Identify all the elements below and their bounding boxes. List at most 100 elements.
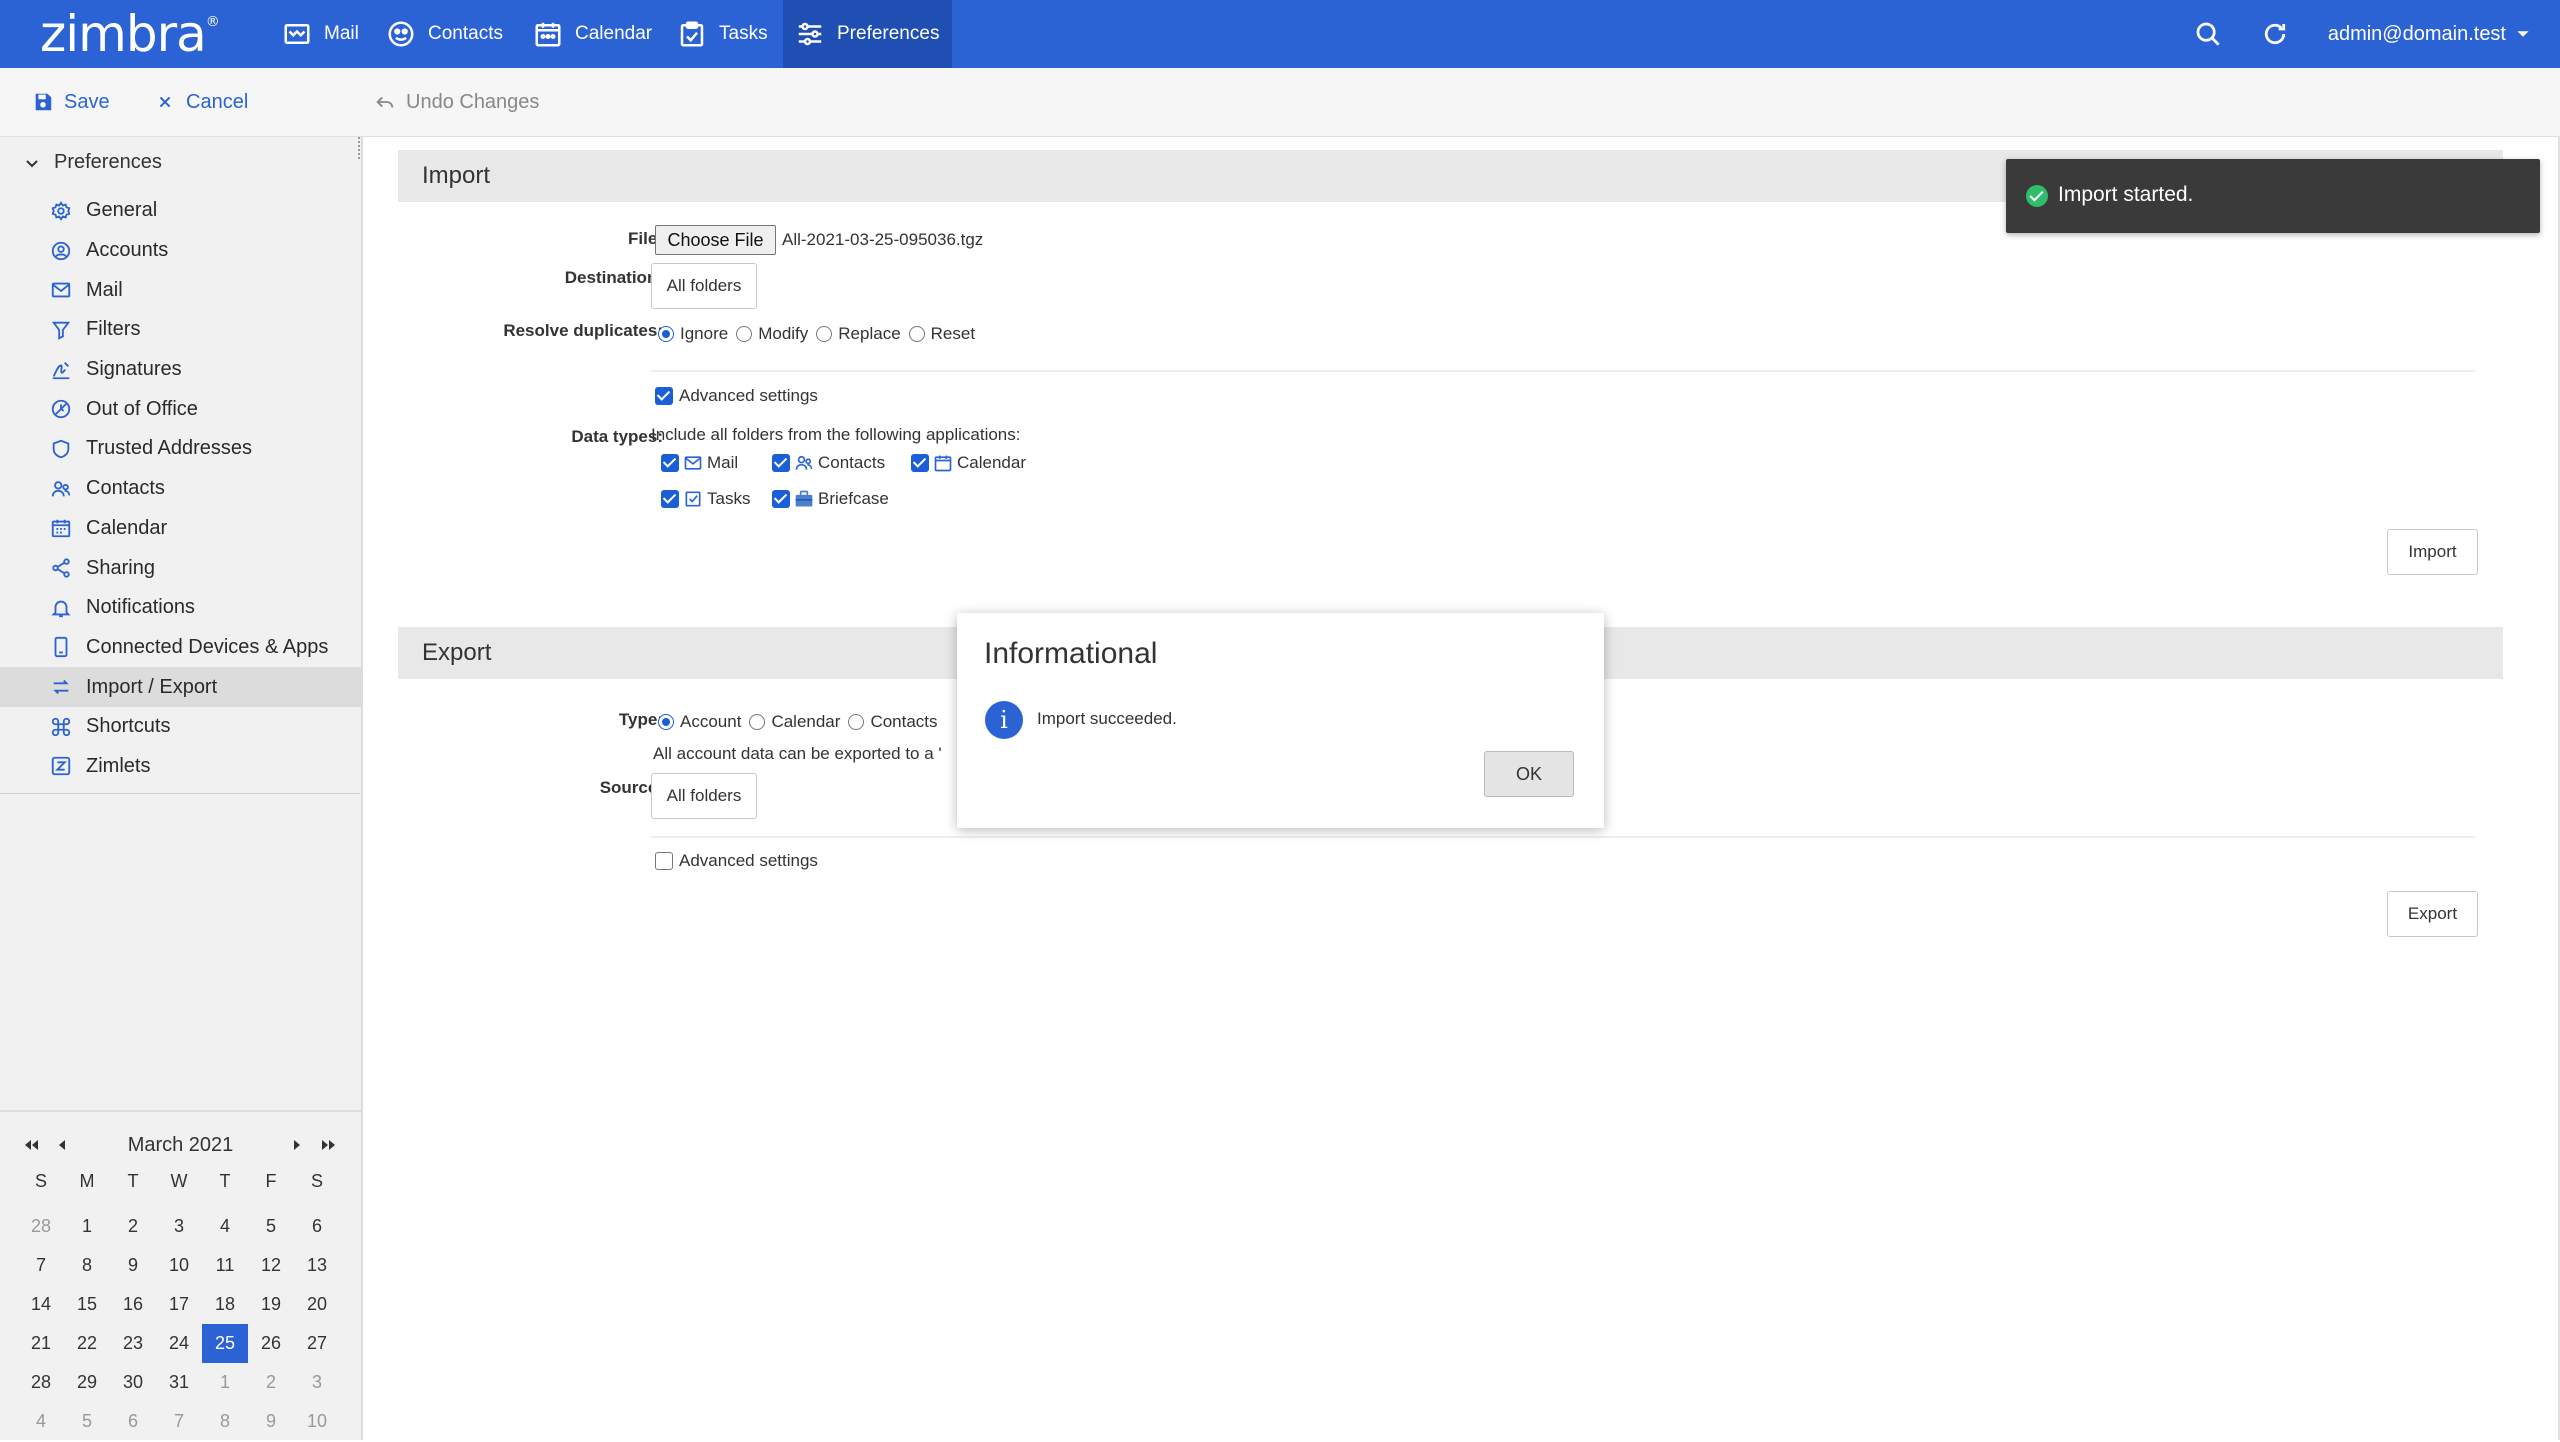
dialog-message: Import succeeded. [1037,709,1177,728]
sidebar-item-contacts[interactable]: Contacts [0,469,361,509]
calendar-day[interactable]: 13 [294,1246,340,1285]
data-types-label: Data types: [571,427,663,446]
next-month-button[interactable] [292,1138,302,1152]
sidebar-item-trusted-addresses[interactable]: Trusted Addresses [0,429,361,469]
save-button[interactable]: Save [32,68,110,136]
mini-calendar-title: March 2021 [127,1134,234,1156]
calendar-day[interactable]: 17 [156,1285,202,1324]
data-type-tasks-checkbox[interactable]: Tasks [661,489,750,509]
sidebar-item-connected-devices[interactable]: Connected Devices & Apps [0,628,361,668]
nav-calendar[interactable]: Calendar [533,0,652,68]
calendar-day[interactable]: 4 [18,1402,64,1441]
sidebar-item-sharing[interactable]: Sharing [0,548,361,588]
search-icon[interactable] [2193,19,2223,49]
calendar-day[interactable]: 3 [294,1363,340,1402]
calendar-day[interactable]: 3 [156,1207,202,1246]
radio-indicator [658,326,674,342]
sidebar-item-import-export[interactable]: Import / Export [0,667,361,707]
calendar-day[interactable]: 15 [64,1285,110,1324]
nav-tasks[interactable]: Tasks [677,0,768,68]
calendar-day[interactable]: 7 [156,1402,202,1441]
preferences-tree-header[interactable]: Preferences [24,151,162,174]
calendar-day[interactable]: 25 [202,1324,248,1363]
data-type-briefcase-checkbox[interactable]: Briefcase [772,489,889,509]
nav-mail[interactable]: Mail [282,0,359,68]
source-folder-button[interactable]: All folders [651,773,757,819]
sidebar-item-zimlets[interactable]: Zimlets [0,747,361,787]
calendar-day[interactable]: 23 [110,1324,156,1363]
calendar-day[interactable]: 28 [18,1207,64,1246]
calendar-day[interactable]: 29 [64,1363,110,1402]
import-advanced-settings-checkbox[interactable]: Advanced settings [655,386,818,406]
sidebar-item-shortcuts[interactable]: Shortcuts [0,707,361,747]
sidebar-item-calendar[interactable]: Calendar [0,509,361,549]
data-type-mail-checkbox[interactable]: Mail [661,453,738,473]
calendar-day[interactable]: 7 [18,1246,64,1285]
undo-changes-button[interactable]: Undo Changes [374,68,539,136]
calendar-day[interactable]: 22 [64,1324,110,1363]
next-year-button[interactable] [320,1138,338,1152]
calendar-day[interactable]: 12 [248,1246,294,1285]
calendar-day[interactable]: 8 [202,1402,248,1441]
calendar-day[interactable]: 5 [64,1402,110,1441]
nav-preferences[interactable]: Preferences [783,0,952,68]
resolve-ignore-radio[interactable]: Ignore [658,324,728,344]
sidebar-item-notifications[interactable]: Notifications [0,588,361,628]
export-type-contacts-radio[interactable]: Contacts [848,712,938,732]
calendar-day[interactable]: 6 [294,1207,340,1246]
sidebar-item-mail[interactable]: Mail [0,270,361,310]
calendar-day[interactable]: 16 [110,1285,156,1324]
calendar-day[interactable]: 1 [64,1207,110,1246]
calendar-day[interactable]: 9 [248,1402,294,1441]
cancel-button[interactable]: Cancel [154,68,248,136]
calendar-day[interactable]: 18 [202,1285,248,1324]
export-type-calendar-radio[interactable]: Calendar [749,712,840,732]
export-advanced-settings-checkbox[interactable]: Advanced settings [655,851,818,871]
calendar-day[interactable]: 19 [248,1285,294,1324]
destination-folder-button[interactable]: All folders [651,263,757,309]
calendar-day[interactable]: 8 [64,1246,110,1285]
calendar-day[interactable]: 20 [294,1285,340,1324]
calendar-day[interactable]: 10 [294,1402,340,1441]
calendar-day[interactable]: 26 [248,1324,294,1363]
nav-contacts[interactable]: Contacts [386,0,503,68]
sidebar-item-general[interactable]: General [0,191,361,231]
zimbra-logo[interactable]: zimbra® [40,0,220,68]
calendar-day[interactable]: 9 [110,1246,156,1285]
calendar-day[interactable]: 2 [248,1363,294,1402]
contacts-icon [795,455,813,470]
calendar-day[interactable]: 24 [156,1324,202,1363]
calendar-day[interactable]: 21 [18,1324,64,1363]
calendar-day[interactable]: 31 [156,1363,202,1402]
ok-button[interactable]: OK [1484,751,1574,797]
calendar-day[interactable]: 30 [110,1363,156,1402]
sidebar-item-out-of-office[interactable]: Out of Office [0,389,361,429]
calendar-day[interactable]: 27 [294,1324,340,1363]
calendar-day[interactable]: 5 [248,1207,294,1246]
calendar-day[interactable]: 2 [110,1207,156,1246]
export-button[interactable]: Export [2387,891,2478,937]
resolve-modify-radio[interactable]: Modify [736,324,808,344]
filter-icon [51,321,71,340]
resolve-reset-radio[interactable]: Reset [908,324,975,344]
data-type-contacts-checkbox[interactable]: Contacts [772,453,885,473]
data-type-calendar-checkbox[interactable]: Calendar [911,453,1026,473]
export-type-account-radio[interactable]: Account [658,712,741,732]
user-menu[interactable]: admin@domain.test [2328,0,2530,68]
sidebar-item-filters[interactable]: Filters [0,310,361,350]
resolve-replace-radio[interactable]: Replace [816,324,901,344]
calendar-day[interactable]: 14 [18,1285,64,1324]
calendar-day[interactable]: 1 [202,1363,248,1402]
calendar-day[interactable]: 4 [202,1207,248,1246]
refresh-icon[interactable] [2260,19,2290,49]
calendar-day[interactable]: 28 [18,1363,64,1402]
weekday-header: S [34,1171,47,1191]
calendar-day[interactable]: 11 [202,1246,248,1285]
calendar-day[interactable]: 6 [110,1402,156,1441]
import-button[interactable]: Import [2387,529,2478,575]
sidebar-item-accounts[interactable]: Accounts [0,231,361,271]
contacts-icon [388,21,414,47]
sidebar-item-signatures[interactable]: Signatures [0,350,361,390]
choose-file-button[interactable]: Choose File [655,225,776,255]
calendar-day[interactable]: 10 [156,1246,202,1285]
